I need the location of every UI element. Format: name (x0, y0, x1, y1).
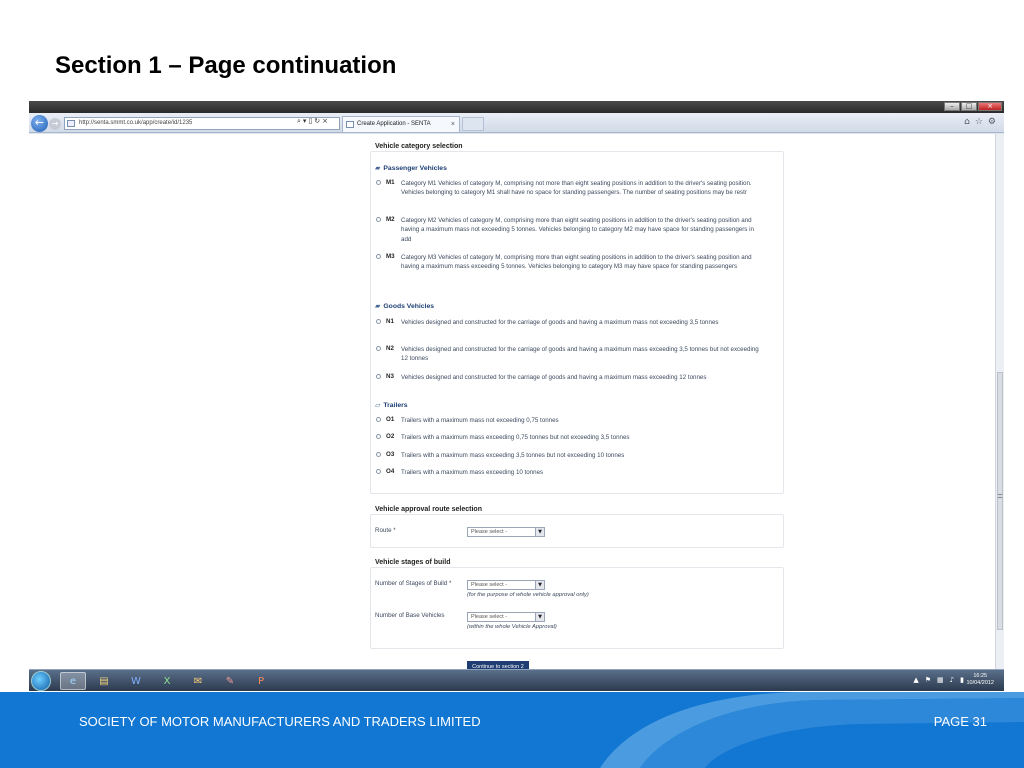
option-m3[interactable]: M3 Category M3 Vehicles of category M, c… (376, 253, 761, 272)
goods-vehicles-heading: ▰ Goods Vehicles (375, 302, 435, 310)
start-button[interactable] (31, 671, 51, 691)
footer-page-number: PAGE 31 (933, 714, 987, 729)
flag-icon[interactable]: ⚑ (925, 676, 931, 684)
page-icon (67, 120, 75, 127)
back-arrow-icon[interactable]: ← (31, 115, 48, 132)
network-icon[interactable]: ▦ (937, 676, 944, 684)
browser-screenshot: – □ × ← → http://senta.smmt.co.uk/app/cr… (29, 101, 1004, 691)
footer-swoosh (600, 692, 1024, 768)
radio-o3[interactable] (376, 452, 381, 457)
home-icon[interactable]: ⌂ (964, 117, 970, 127)
option-o2[interactable]: O2 Trailers with a maximum mass exceedin… (376, 433, 761, 442)
route-select[interactable]: Please select - ▼ (467, 527, 545, 537)
stages-select[interactable]: Please select - ▼ (467, 580, 545, 590)
truck-icon: ▰ (375, 302, 381, 310)
radio-n3[interactable] (376, 374, 381, 379)
stop-icon[interactable]: × (322, 117, 330, 125)
address-url: http://senta.smmt.co.uk/app/create/id/12… (79, 120, 193, 126)
excel-icon[interactable]: X (154, 672, 180, 690)
route-label: Route * (375, 527, 396, 534)
battery-icon[interactable]: ▮ (960, 676, 964, 684)
powerpoint-icon[interactable]: P (248, 672, 274, 690)
option-n2[interactable]: N2 Vehicles designed and constructed for… (376, 345, 761, 364)
option-n1[interactable]: N1 Vehicles designed and constructed for… (376, 318, 761, 327)
tools-icon[interactable]: ✎ (217, 672, 243, 690)
option-o4[interactable]: O4 Trailers with a maximum mass exceedin… (376, 468, 761, 477)
radio-m2[interactable] (376, 217, 381, 222)
ie-icon[interactable]: e (60, 672, 86, 690)
browser-right-icons: ⌂ ☆ ⚙ (964, 117, 996, 127)
refresh-icon[interactable]: ↻ (314, 117, 322, 125)
tab-page-icon (346, 121, 354, 128)
minimize-icon[interactable]: – (944, 102, 960, 111)
approval-route-panel (370, 514, 784, 548)
stages-heading: Vehicle stages of build (375, 559, 451, 566)
approval-route-heading: Vehicle approval route selection (375, 506, 482, 513)
gear-icon[interactable]: ⚙ (988, 117, 996, 127)
footer-organisation: SOCIETY OF MOTOR MANUFACTURERS AND TRADE… (79, 714, 481, 729)
scrollbar-grip (998, 494, 1002, 498)
chevron-down-icon[interactable]: ▼ (535, 613, 544, 621)
option-o3[interactable]: O3 Trailers with a maximum mass exceedin… (376, 451, 761, 460)
tab-close-icon[interactable]: × (451, 117, 455, 132)
radio-m1[interactable] (376, 180, 381, 185)
vertical-scrollbar[interactable] (995, 134, 1004, 669)
radio-n1[interactable] (376, 319, 381, 324)
volume-icon[interactable]: ♪ (950, 676, 954, 684)
vehicle-category-heading: Vehicle category selection (375, 143, 463, 150)
window-controls: – □ × (944, 102, 1002, 111)
scrollbar-thumb[interactable] (997, 372, 1003, 630)
new-tab-button[interactable] (462, 117, 484, 131)
clock-date: 10/04/2012 (966, 680, 994, 686)
radio-m3[interactable] (376, 254, 381, 259)
trailers-heading: ▱ Trailers (375, 401, 408, 409)
page-content: Vehicle category selection ▰ Passenger V… (29, 134, 995, 669)
car-icon: ▰ (375, 164, 381, 172)
forward-arrow-icon[interactable]: → (49, 118, 61, 130)
passenger-vehicles-heading: ▰ Passenger Vehicles (375, 164, 447, 172)
clock-time: 16:25 (973, 673, 988, 679)
radio-o4[interactable] (376, 469, 381, 474)
option-m1[interactable]: M1 Category M1 Vehicles of category M, c… (376, 179, 761, 198)
radio-o2[interactable] (376, 434, 381, 439)
base-vehicles-select[interactable]: Please select - ▼ (467, 612, 545, 622)
taskbar-clock[interactable]: 16:25 10/04/2012 (966, 673, 994, 687)
slide-title: Section 1 – Page continuation (55, 52, 397, 79)
tab-label: Create Application - SENTA (357, 121, 431, 127)
base-vehicles-label: Number of Base Vehicles (375, 612, 445, 619)
browser-navbar: ← → http://senta.smmt.co.uk/app/create/i… (29, 113, 1004, 133)
radio-o1[interactable] (376, 417, 381, 422)
option-n3[interactable]: N3 Vehicles designed and constructed for… (376, 373, 761, 382)
word-icon[interactable]: W (123, 672, 149, 690)
window-titlebar: – □ × (29, 101, 1004, 113)
trailer-icon: ▱ (375, 401, 381, 409)
system-tray: ▲ ⚑ ▦ ♪ ▮ (913, 676, 964, 684)
stages-label: Number of Stages of Build * (375, 580, 452, 587)
maximize-icon[interactable]: □ (961, 102, 977, 111)
tab-create-application[interactable]: Create Application - SENTA × (342, 116, 460, 132)
address-tools: ⌕▾▯↻× (297, 117, 330, 126)
base-vehicles-hint: (within the whole Vehicle Approval) (467, 624, 557, 630)
windows-taskbar: e ▤ W X ✉ ✎ P ▲ ⚑ ▦ ♪ ▮ 16:25 10/04/2012 (29, 669, 1004, 691)
close-icon[interactable]: × (978, 102, 1002, 111)
favorites-star-icon[interactable]: ☆ (975, 117, 983, 127)
slide-footer: SOCIETY OF MOTOR MANUFACTURERS AND TRADE… (0, 692, 1024, 768)
radio-n2[interactable] (376, 346, 381, 351)
chevron-down-icon[interactable]: ▼ (535, 528, 544, 536)
outlook-icon[interactable]: ✉ (185, 672, 211, 690)
stages-hint: (for the purpose of whole vehicle approv… (467, 592, 589, 598)
explorer-icon[interactable]: ▤ (91, 672, 117, 690)
tray-arrow-icon[interactable]: ▲ (913, 676, 918, 684)
chevron-down-icon[interactable]: ▼ (535, 581, 544, 589)
option-m2[interactable]: M2 Category M2 Vehicles of category M, c… (376, 216, 761, 244)
option-o1[interactable]: O1 Trailers with a maximum mass not exce… (376, 416, 761, 425)
